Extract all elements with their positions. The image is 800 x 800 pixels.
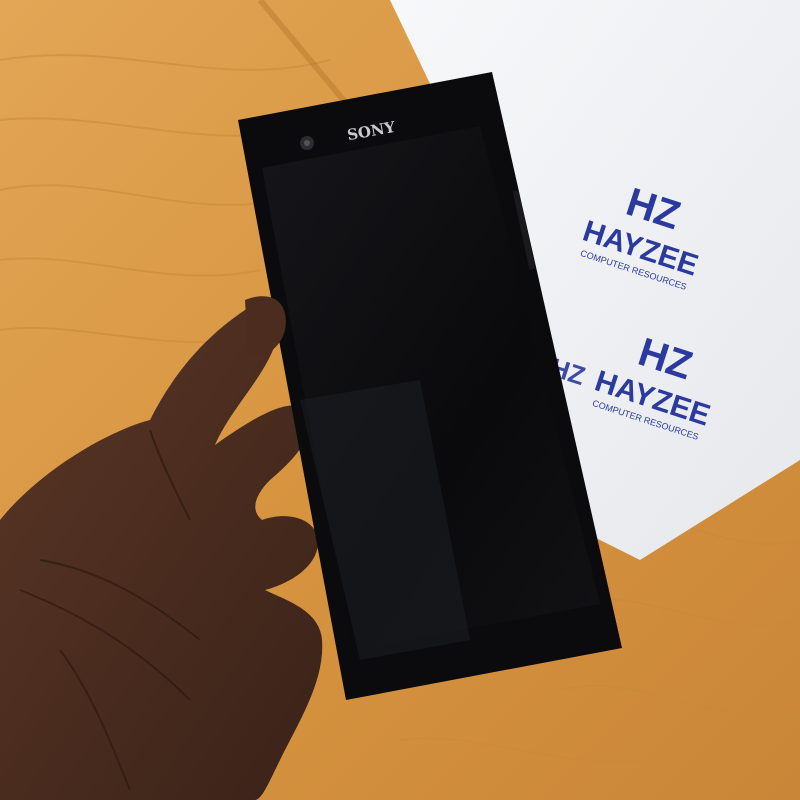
photo-canvas: HZ HAYZEE COMPUTER RESOURCES HZ HAYZEE C… (0, 0, 800, 800)
photo-scene: HZ HAYZEE COMPUTER RESOURCES HZ HAYZEE C… (0, 0, 800, 800)
